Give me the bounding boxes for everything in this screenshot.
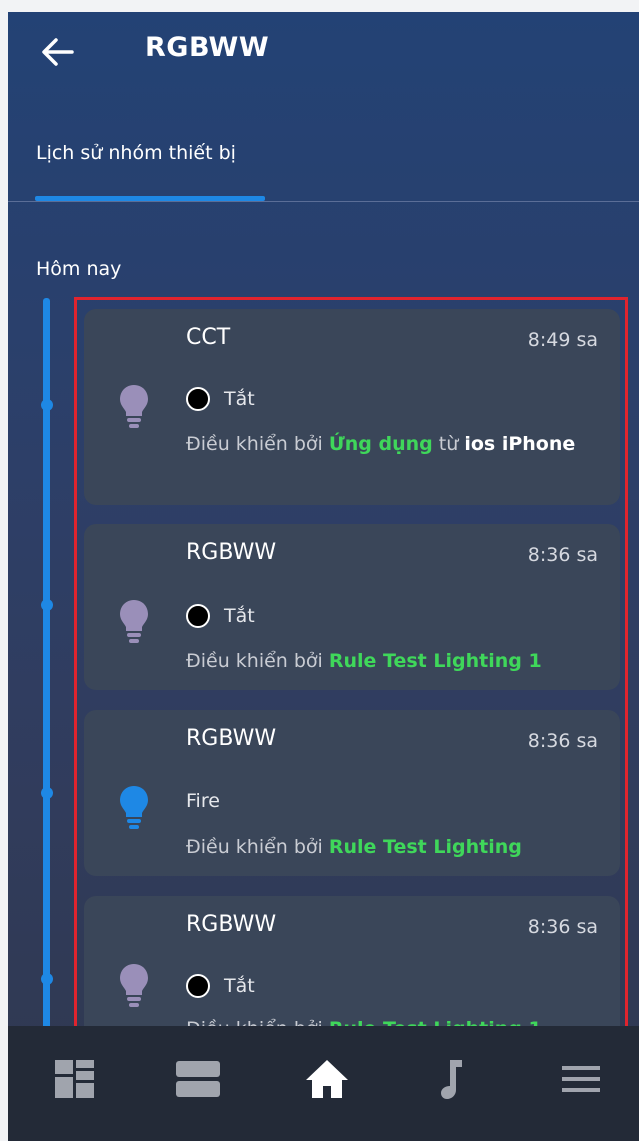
status-off-indicator (186, 604, 210, 628)
list-rows-icon[interactable] (173, 1054, 223, 1104)
day-heading: Hôm nay (36, 258, 122, 280)
control-source: Ứng dụng (328, 433, 433, 455)
event-time: 8:36 sa (527, 544, 598, 566)
bottom-nav (8, 1026, 639, 1141)
device-name: RGBWW (186, 912, 277, 937)
device-status: Tắt (186, 387, 255, 411)
dashboard-grid-icon[interactable] (50, 1054, 100, 1104)
arrow-left-icon[interactable] (38, 34, 78, 70)
lightbulb-icon (120, 385, 148, 428)
control-source: Rule Test Lighting 1 (328, 650, 542, 672)
menu-icon[interactable] (556, 1054, 606, 1104)
history-card[interactable]: RGBWW 8:36 sa Tắt Điều khiển bởi Rule Te… (84, 524, 620, 690)
controlled-by-label: Điều khiển bởi (186, 650, 329, 672)
control-source: Rule Test Lighting (328, 836, 522, 858)
lightbulb-icon (120, 964, 148, 1007)
status-text: Tắt (224, 388, 255, 410)
timeline-dot (41, 973, 53, 985)
device-status: Fire (186, 790, 220, 812)
event-time: 8:36 sa (527, 916, 598, 938)
controlled-by: Điều khiển bởi Rule Test Lighting 1 (186, 646, 606, 676)
history-card[interactable]: RGBWW 8:36 sa Fire Điều khiển bởi Rule T… (84, 710, 620, 876)
status-off-indicator (186, 387, 210, 411)
lightbulb-icon (120, 786, 148, 829)
history-card[interactable]: CCT 8:49 sa Tắt Điều khiển bởi Ứng dụng … (84, 309, 620, 505)
status-text: Fire (186, 790, 220, 812)
controlled-from-label: từ (432, 433, 465, 455)
control-device: ios iPhone (464, 433, 576, 455)
music-note-icon[interactable] (428, 1054, 478, 1104)
device-name: CCT (186, 325, 231, 350)
controlled-by: Điều khiển bởi Rule Test Lighting (186, 832, 606, 862)
status-text: Tắt (224, 975, 255, 997)
device-name: RGBWW (186, 540, 277, 565)
app-screen: RGBWW Lịch sử nhóm thiết bị Hôm nay CCT … (8, 12, 639, 1141)
device-status: Tắt (186, 604, 255, 628)
timeline-line (43, 298, 50, 1058)
controlled-by-label: Điều khiển bởi (186, 836, 329, 858)
app-header: RGBWW (8, 12, 639, 92)
controlled-by: Điều khiển bởi Ứng dụng từ ios iPhone (186, 429, 606, 459)
timeline-dot (41, 787, 53, 799)
home-icon[interactable] (302, 1054, 352, 1104)
lightbulb-icon (120, 600, 148, 643)
controlled-by-label: Điều khiển bởi (186, 433, 329, 455)
tab-divider (8, 201, 639, 202)
timeline-dot (41, 399, 53, 411)
tab-device-group-history[interactable]: Lịch sử nhóm thiết bị (36, 142, 236, 164)
event-time: 8:49 sa (527, 329, 598, 351)
device-name: RGBWW (186, 726, 277, 751)
timeline-dot (41, 599, 53, 611)
page-title: RGBWW (145, 32, 270, 63)
device-status: Tắt (186, 974, 255, 998)
status-off-indicator (186, 974, 210, 998)
event-time: 8:36 sa (527, 730, 598, 752)
status-text: Tắt (224, 605, 255, 627)
